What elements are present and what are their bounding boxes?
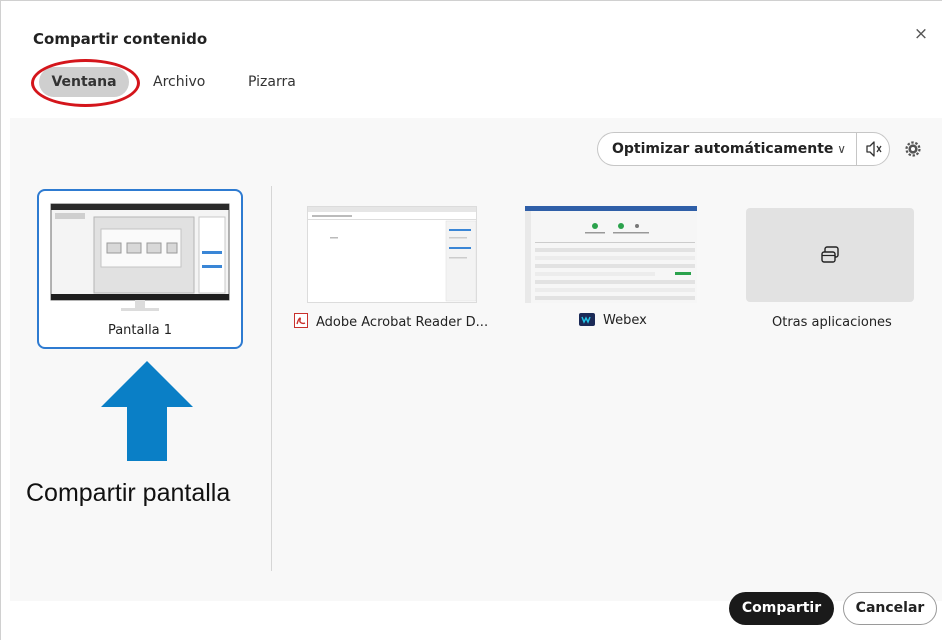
speaker-muted-icon <box>866 141 882 157</box>
adobe-acrobat-icon <box>294 313 308 328</box>
gear-icon[interactable] <box>903 139 923 159</box>
annotation-arrow-up <box>101 361 193 461</box>
close-button[interactable]: × <box>910 23 932 45</box>
chevron-down-icon: ∨ <box>837 142 846 156</box>
webex-window-preview <box>525 206 697 303</box>
audio-button[interactable] <box>856 132 890 166</box>
tab-archivo[interactable]: Archivo <box>153 67 205 97</box>
optimize-dropdown[interactable]: Optimizar automáticamente ∨ <box>597 132 856 166</box>
app-thumbnail-webex[interactable] <box>525 206 697 303</box>
screen-label: Pantalla 1 <box>107 323 173 338</box>
app-label-other-apps: Otras aplicaciones <box>772 315 892 330</box>
app-item-webex[interactable]: Webex <box>579 313 647 328</box>
share-content-dialog: Compartir contenido × Ventana Archivo Pi… <box>0 0 942 640</box>
tab-pizarra[interactable]: Pizarra <box>248 67 296 97</box>
cancel-button[interactable]: Cancelar <box>843 592 937 625</box>
app-label-adobe: Adobe Acrobat Reader D... <box>316 315 489 330</box>
share-button[interactable]: Compartir <box>729 592 834 625</box>
webex-icon <box>579 313 595 326</box>
optimize-label: Optimizar automáticamente <box>612 141 834 157</box>
section-divider <box>271 186 272 571</box>
dialog-title: Compartir contenido <box>33 30 208 48</box>
other-apps-tile[interactable] <box>746 208 914 302</box>
monitor-preview <box>50 203 230 311</box>
app-label-webex: Webex <box>603 313 647 328</box>
windows-stack-icon <box>821 246 839 263</box>
adobe-window-preview <box>308 207 476 302</box>
tab-ventana[interactable]: Ventana <box>39 67 129 97</box>
screen-option-pantalla-1[interactable]: Pantalla 1 <box>37 189 243 349</box>
app-thumbnail-adobe-acrobat[interactable] <box>307 206 477 303</box>
app-item-adobe-acrobat[interactable]: Adobe Acrobat Reader D... <box>294 313 488 330</box>
annotation-text: Compartir pantalla <box>26 479 231 507</box>
